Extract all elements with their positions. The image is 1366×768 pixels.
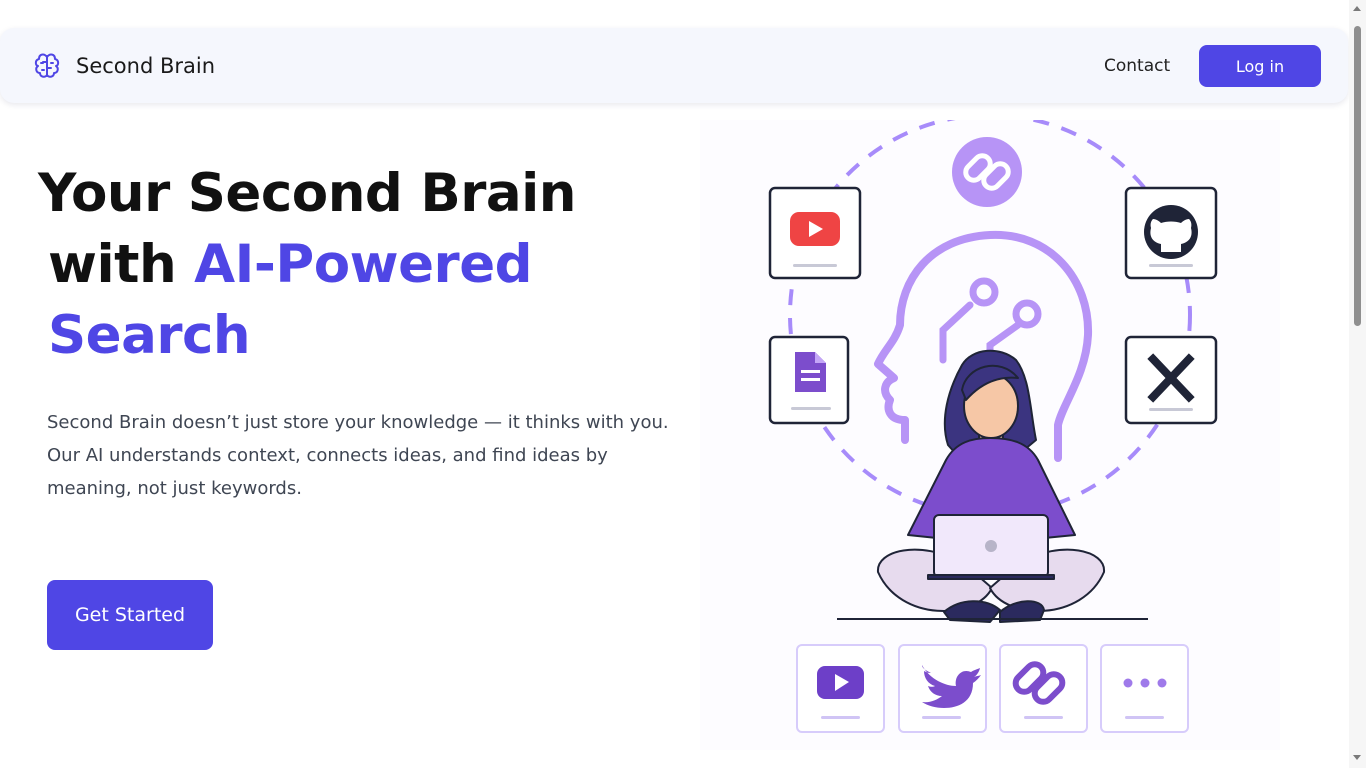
- hero-illustration: [700, 120, 1280, 750]
- hero-title-accent: AI-Powered: [194, 234, 533, 295]
- bottom-link-card[interactable]: [999, 644, 1088, 733]
- brand[interactable]: Second Brain: [32, 51, 215, 81]
- scrollbar[interactable]: [1349, 0, 1366, 768]
- hero-title-line-1: Your Second Brain: [38, 163, 577, 224]
- hero-title: Your Second Brain with AI-Powered Search: [38, 158, 577, 371]
- contact-link[interactable]: Contact: [1104, 56, 1170, 76]
- github-card[interactable]: [1124, 186, 1218, 280]
- scroll-down-arrow-icon[interactable]: [1353, 755, 1361, 760]
- bottom-youtube-card[interactable]: [796, 644, 885, 733]
- bottom-more-card[interactable]: [1100, 644, 1189, 733]
- brand-name: Second Brain: [76, 54, 216, 78]
- scroll-up-arrow-icon[interactable]: [1353, 6, 1361, 11]
- hero-title-with: with: [48, 234, 177, 295]
- login-button[interactable]: Log in: [1199, 45, 1321, 87]
- youtube-card[interactable]: [768, 186, 862, 280]
- link-bubble-icon: [952, 137, 1022, 207]
- x-card[interactable]: [1124, 335, 1218, 425]
- navbar: Second Brain Contact Log in: [0, 28, 1348, 103]
- bottom-twitter-card[interactable]: [898, 644, 987, 733]
- document-card[interactable]: [768, 335, 850, 425]
- brain-icon: [34, 53, 60, 78]
- more-icon: [1123, 678, 1167, 688]
- hero-description: Second Brain doesn’t just store your kno…: [47, 412, 669, 499]
- scroll-thumb[interactable]: [1354, 26, 1361, 326]
- get-started-button[interactable]: Get Started: [47, 580, 213, 650]
- hero-title-line-2: with AI-Powered: [38, 229, 576, 300]
- hero-title-line-3: Search: [48, 305, 251, 366]
